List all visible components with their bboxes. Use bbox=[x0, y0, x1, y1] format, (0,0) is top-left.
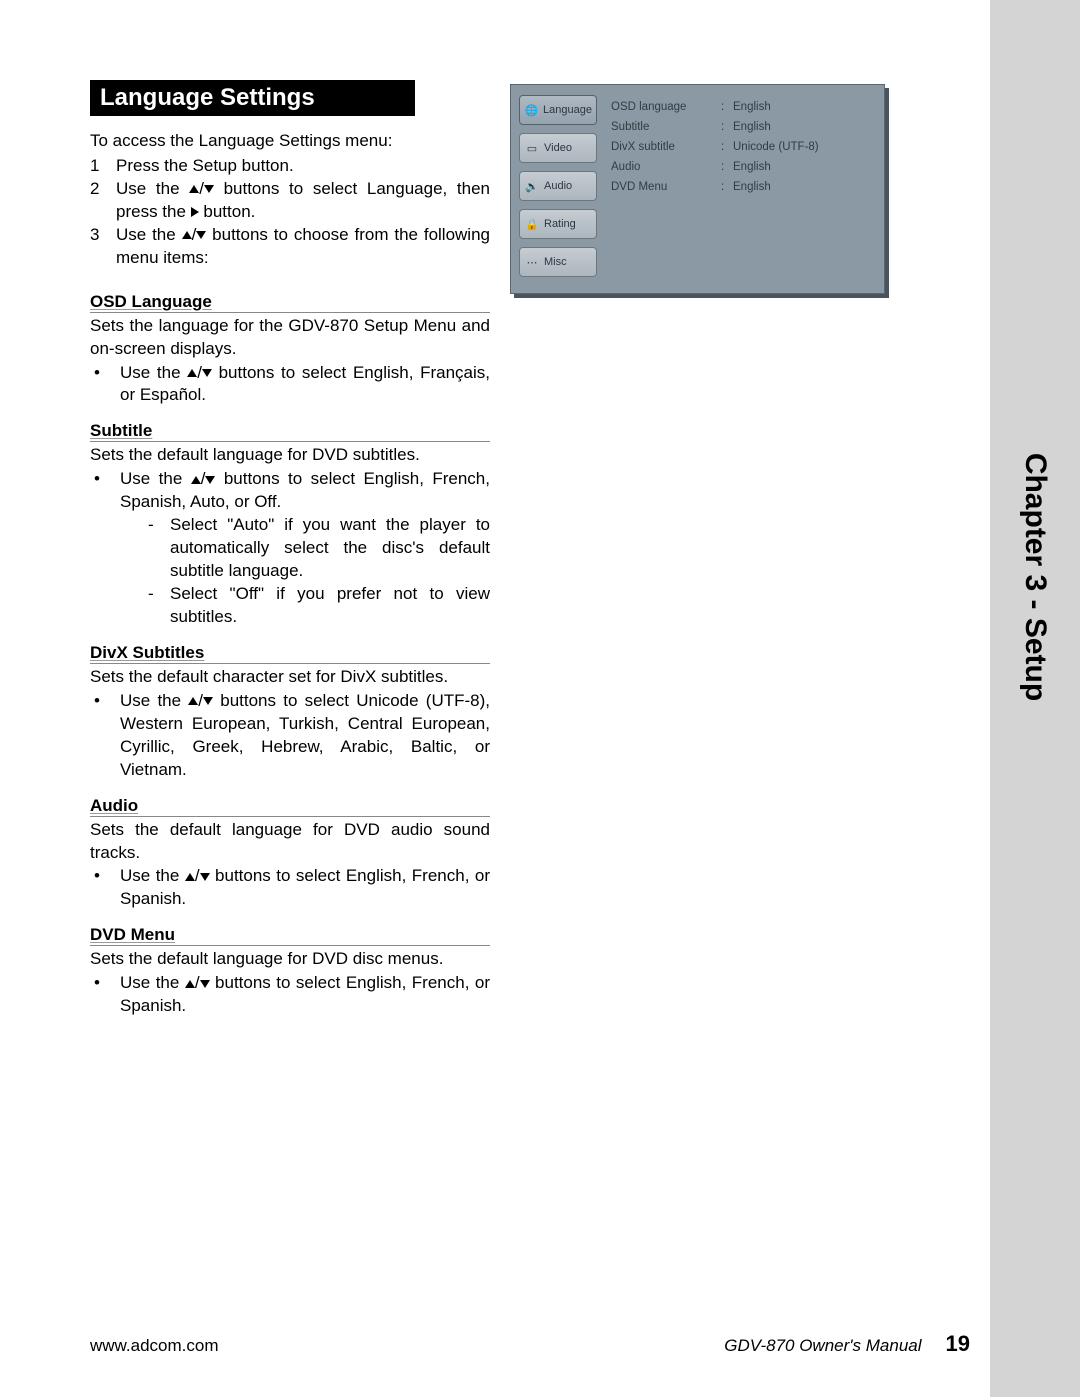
osd-tab-label: Audio bbox=[544, 180, 572, 192]
osd-tab-label: Language bbox=[543, 104, 592, 116]
section-title: Language Settings bbox=[90, 80, 415, 116]
osd-row[interactable]: DivX subtitle : Unicode (UTF-8) bbox=[611, 137, 874, 157]
arrow-up-icon bbox=[187, 369, 197, 377]
step-number: 3 bbox=[90, 224, 116, 270]
osd-key: OSD language bbox=[611, 101, 721, 113]
step-text: Use the / buttons to select Language, th… bbox=[116, 178, 490, 224]
osd-tab-label: Video bbox=[544, 142, 572, 154]
bullet-item: Use the / buttons to select English, Fre… bbox=[90, 972, 490, 1018]
speaker-icon: 🔊 bbox=[524, 179, 540, 193]
osd-key: DVD Menu bbox=[611, 181, 721, 193]
osd-row[interactable]: OSD language : English bbox=[611, 97, 874, 117]
osd-tab-misc[interactable]: ⋯ Misc bbox=[519, 247, 597, 277]
arrow-up-icon bbox=[189, 185, 199, 193]
arrow-up-icon bbox=[188, 697, 198, 705]
arrow-down-icon bbox=[203, 697, 213, 705]
osd-tab-label: Misc bbox=[544, 256, 567, 268]
osd-tab-video[interactable]: ▭ Video bbox=[519, 133, 597, 163]
osd-value: Unicode (UTF-8) bbox=[733, 141, 874, 153]
arrow-up-icon bbox=[185, 980, 195, 988]
osd-value: English bbox=[733, 121, 874, 133]
bullet-item: Use the / buttons to select English, Fre… bbox=[90, 468, 490, 629]
desc-subtitle: Sets the default language for DVD subtit… bbox=[90, 444, 490, 467]
osd-value: English bbox=[733, 181, 874, 193]
main-column: Language Settings To access the Language… bbox=[90, 80, 490, 1018]
steps-list: 1 Press the Setup button. 2 Use the / bu… bbox=[90, 155, 490, 270]
intro-text: To access the Language Settings menu: bbox=[90, 130, 490, 153]
desc-audio: Sets the default language for DVD audio … bbox=[90, 819, 490, 865]
dash-item: Select "Off" if you prefer not to view s… bbox=[146, 583, 490, 629]
arrow-down-icon bbox=[202, 369, 212, 377]
step-text: Press the Setup button. bbox=[116, 155, 490, 178]
osd-tab-list: 🌐 Language ▭ Video 🔊 Audio 🔒 Rating ⋯ Mi… bbox=[519, 95, 597, 285]
globe-icon: 🌐 bbox=[524, 103, 539, 117]
desc-dvdmenu: Sets the default language for DVD disc m… bbox=[90, 948, 490, 971]
footer: www.adcom.com GDV-870 Owner's Manual 19 bbox=[90, 1331, 970, 1357]
osd-settings: OSD language : English Subtitle : Englis… bbox=[611, 97, 874, 197]
subhead-audio: Audio bbox=[90, 796, 490, 817]
step-3: 3 Use the / buttons to choose from the f… bbox=[90, 224, 490, 270]
osd-row[interactable]: DVD Menu : English bbox=[611, 177, 874, 197]
step-1: 1 Press the Setup button. bbox=[90, 155, 490, 178]
step-number: 1 bbox=[90, 155, 116, 178]
osd-row[interactable]: Subtitle : English bbox=[611, 117, 874, 137]
step-text: Use the / buttons to choose from the fol… bbox=[116, 224, 490, 270]
subhead-subtitle: Subtitle bbox=[90, 421, 490, 442]
footer-manual: GDV-870 Owner's Manual bbox=[724, 1336, 921, 1356]
bullet-item: Use the / buttons to select English, Fra… bbox=[90, 362, 490, 408]
arrow-up-icon bbox=[185, 873, 195, 881]
bullet-item: Use the / buttons to select English, Fre… bbox=[90, 865, 490, 911]
dash-list: Select "Auto" if you want the player to … bbox=[146, 514, 490, 629]
lock-icon: 🔒 bbox=[524, 217, 540, 231]
osd-row[interactable]: Audio : English bbox=[611, 157, 874, 177]
osd-tab-rating[interactable]: 🔒 Rating bbox=[519, 209, 597, 239]
osd-tab-audio[interactable]: 🔊 Audio bbox=[519, 171, 597, 201]
arrow-right-icon bbox=[191, 207, 199, 217]
osd-value: English bbox=[733, 101, 874, 113]
subhead-dvdmenu: DVD Menu bbox=[90, 925, 490, 946]
osd-key: Audio bbox=[611, 161, 721, 173]
osd-key: DivX subtitle bbox=[611, 141, 721, 153]
osd-value: English bbox=[733, 161, 874, 173]
bullet-item: Use the / buttons to select Unicode (UTF… bbox=[90, 690, 490, 782]
bullets-dvdmenu: Use the / buttons to select English, Fre… bbox=[90, 972, 490, 1018]
osd-key: Subtitle bbox=[611, 121, 721, 133]
arrow-down-icon bbox=[204, 185, 214, 193]
arrow-down-icon bbox=[205, 476, 215, 484]
arrow-up-icon bbox=[182, 231, 192, 239]
page-body: Language Settings To access the Language… bbox=[0, 0, 1080, 1397]
bullets-divx: Use the / buttons to select Unicode (UTF… bbox=[90, 690, 490, 782]
arrow-down-icon bbox=[196, 231, 206, 239]
page-number: 19 bbox=[946, 1331, 970, 1357]
arrow-down-icon bbox=[200, 873, 210, 881]
desc-osd-language: Sets the language for the GDV-870 Setup … bbox=[90, 315, 490, 361]
misc-icon: ⋯ bbox=[524, 255, 540, 269]
arrow-up-icon bbox=[191, 476, 201, 484]
subhead-osd-language: OSD Language bbox=[90, 292, 490, 313]
osd-tab-label: Rating bbox=[544, 218, 576, 230]
osd-tab-language[interactable]: 🌐 Language bbox=[519, 95, 597, 125]
bullets-audio: Use the / buttons to select English, Fre… bbox=[90, 865, 490, 911]
footer-url: www.adcom.com bbox=[90, 1336, 218, 1356]
arrow-down-icon bbox=[200, 980, 210, 988]
bullets-subtitle: Use the / buttons to select English, Fre… bbox=[90, 468, 490, 629]
subhead-divx: DivX Subtitles bbox=[90, 643, 490, 664]
step-2: 2 Use the / buttons to select Language, … bbox=[90, 178, 490, 224]
step-number: 2 bbox=[90, 178, 116, 224]
bullets-osd-language: Use the / buttons to select English, Fra… bbox=[90, 362, 490, 408]
desc-divx: Sets the default character set for DivX … bbox=[90, 666, 490, 689]
tv-icon: ▭ bbox=[524, 141, 540, 155]
dash-item: Select "Auto" if you want the player to … bbox=[146, 514, 490, 583]
osd-panel: 🌐 Language ▭ Video 🔊 Audio 🔒 Rating ⋯ Mi… bbox=[510, 84, 885, 294]
